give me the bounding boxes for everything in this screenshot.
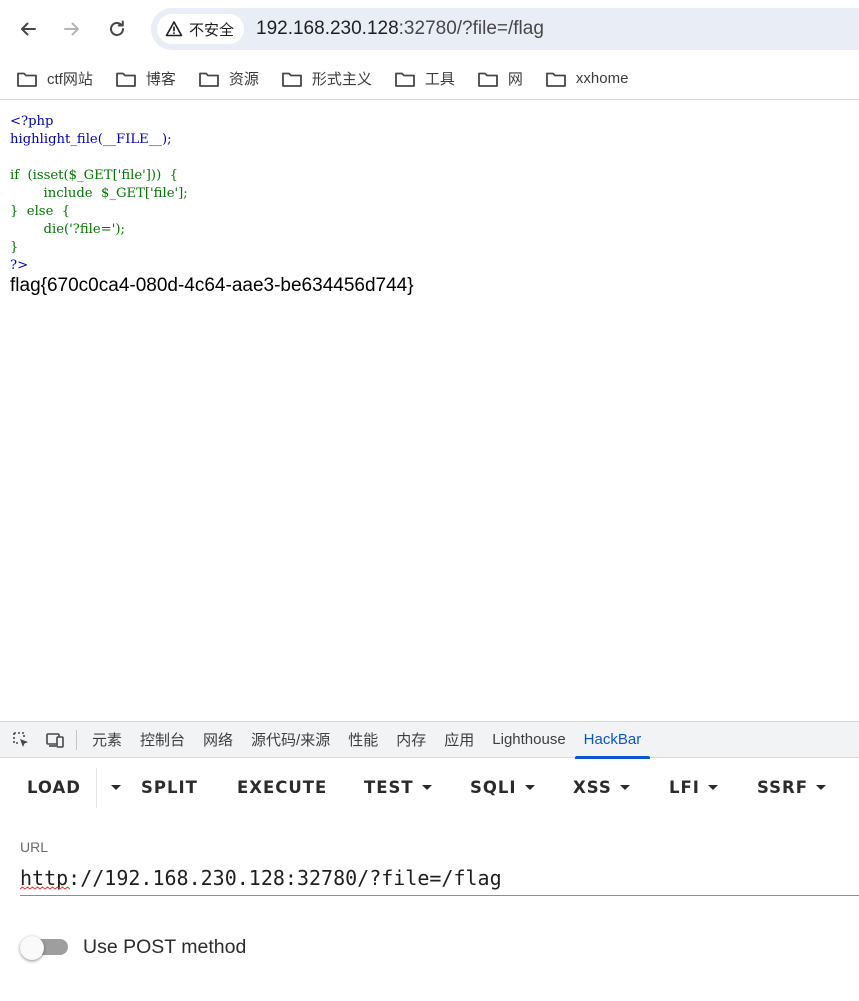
url-input[interactable] <box>20 860 859 896</box>
caret-down-icon <box>619 785 630 790</box>
device-icon <box>46 732 64 748</box>
folder-icon <box>198 72 219 87</box>
bookmark-tools[interactable]: 工具 <box>386 63 463 95</box>
load-menu-button[interactable] <box>103 785 121 790</box>
bookmark-label: 网 <box>507 71 523 88</box>
xss-menu-button[interactable]: XSS <box>573 778 630 797</box>
post-method-toggle[interactable] <box>20 936 68 960</box>
forward-button[interactable] <box>54 11 90 47</box>
load-button[interactable]: LOAD <box>27 778 81 797</box>
reload-icon <box>110 20 124 36</box>
tab-lighthouse[interactable]: Lighthouse <box>483 722 574 758</box>
code-line: if (isset($_GET['file'])) { <box>10 168 178 183</box>
security-chip[interactable]: 不安全 <box>157 14 245 44</box>
code-line: include $_GET['file']; <box>10 186 188 201</box>
bookmark-label: 工具 <box>424 71 455 88</box>
browser-toolbar: 不安全 192.168.230.128:32780/?file=/flag <box>0 0 859 58</box>
bookmark-web[interactable]: 网 <box>469 63 531 95</box>
folder-icon <box>17 72 37 87</box>
back-button[interactable] <box>10 11 46 47</box>
folder-icon <box>281 72 302 87</box>
inspect-element-button[interactable] <box>4 722 38 758</box>
code-line: <?php <box>10 114 54 129</box>
folder-icon <box>546 72 566 87</box>
bookmark-ctf[interactable]: ctf网站 <box>8 63 101 95</box>
tab-performance[interactable]: 性能 <box>339 722 387 758</box>
bookmark-blog[interactable]: 博客 <box>107 63 184 95</box>
warning-icon <box>165 21 183 37</box>
hackbar-toolbar: LOAD SPLIT EXECUTE TEST SQLI XSS LFI SSR… <box>0 758 859 820</box>
bookmark-label: 资源 <box>228 71 259 88</box>
folder-icon <box>478 72 498 87</box>
caret-down-icon <box>707 785 718 790</box>
bookmark-label: xxhome <box>575 70 629 87</box>
url-field-label: URL <box>20 839 49 855</box>
url-display[interactable]: 192.168.230.128:32780/?file=/flag <box>256 18 544 40</box>
tabbar-divider <box>76 729 77 750</box>
toggle-knob <box>20 936 44 960</box>
tab-console[interactable]: 控制台 <box>131 722 194 758</box>
execute-button[interactable]: EXECUTE <box>237 778 327 797</box>
security-label: 不安全 <box>189 21 235 39</box>
bookmarks-bar: ctf网站 博客 资源 形式主义 工具 网 xxhome <box>0 58 859 100</box>
load-divider <box>96 768 97 808</box>
sqli-menu-button[interactable]: SQLI <box>470 778 535 797</box>
bookmark-label: 形式主义 <box>311 71 372 88</box>
php-source: <?php highlight_file(__FILE__); ​if (isset… <box>10 113 188 275</box>
bookmark-label: ctf网站 <box>47 71 93 88</box>
address-bar[interactable]: 不安全 192.168.230.128:32780/?file=/flag <box>151 8 859 50</box>
post-method-label: Use POST method <box>83 936 247 958</box>
code-line: highlight_file(__FILE__); <box>10 132 172 147</box>
bookmark-xxhome[interactable]: xxhome <box>537 63 637 95</box>
reload-button[interactable] <box>99 11 135 47</box>
tab-network[interactable]: 网络 <box>194 722 242 758</box>
spellcheck-underline <box>20 886 70 890</box>
ssrf-menu-button[interactable]: SSRF <box>757 778 827 797</box>
tab-memory[interactable]: 内存 <box>387 722 435 758</box>
page-content: <?php highlight_file(__FILE__); ​if (isset… <box>0 101 859 721</box>
folder-icon <box>115 72 136 87</box>
code-line: die('?file='); <box>10 222 125 237</box>
inspect-cursor-icon <box>13 731 28 747</box>
tab-application[interactable]: 应用 <box>435 722 483 758</box>
flag-output: flag{670c0ca4-080d-4c64-aae3-be634456d74… <box>10 275 414 296</box>
code-line: } else { <box>10 204 71 219</box>
arrow-left-icon <box>21 22 36 36</box>
code-line: ​ <box>10 149 188 167</box>
caret-down-icon <box>524 785 535 790</box>
tab-elements[interactable]: 元素 <box>83 722 131 758</box>
device-toggle-button[interactable] <box>38 722 72 758</box>
bookmark-formalism[interactable]: 形式主义 <box>273 63 380 95</box>
tab-sources[interactable]: 源代码/来源 <box>242 722 339 758</box>
caret-down-icon <box>816 785 827 790</box>
test-menu-button[interactable]: TEST <box>364 778 432 797</box>
arrow-right-icon <box>64 22 79 36</box>
caret-down-icon <box>111 785 121 790</box>
caret-down-icon <box>421 785 432 790</box>
split-button[interactable]: SPLIT <box>141 778 198 797</box>
tab-hackbar[interactable]: HackBar <box>574 722 651 759</box>
url-path: :32780/?file=/flag <box>398 18 544 39</box>
url-host: 192.168.230.128 <box>256 18 399 39</box>
devtools-tabbar: 元素 控制台 网络 源代码/来源 性能 内存 应用 Lighthouse Hac… <box>0 722 859 759</box>
bookmark-resources[interactable]: 资源 <box>190 63 267 95</box>
lfi-menu-button[interactable]: LFI <box>669 778 718 797</box>
devtools-panel: 元素 控制台 网络 源代码/来源 性能 内存 应用 Lighthouse Hac… <box>0 721 859 1001</box>
code-line: } <box>10 240 19 255</box>
bookmark-label: 博客 <box>145 71 176 88</box>
code-line: ?> <box>10 258 29 273</box>
folder-icon <box>394 72 415 87</box>
